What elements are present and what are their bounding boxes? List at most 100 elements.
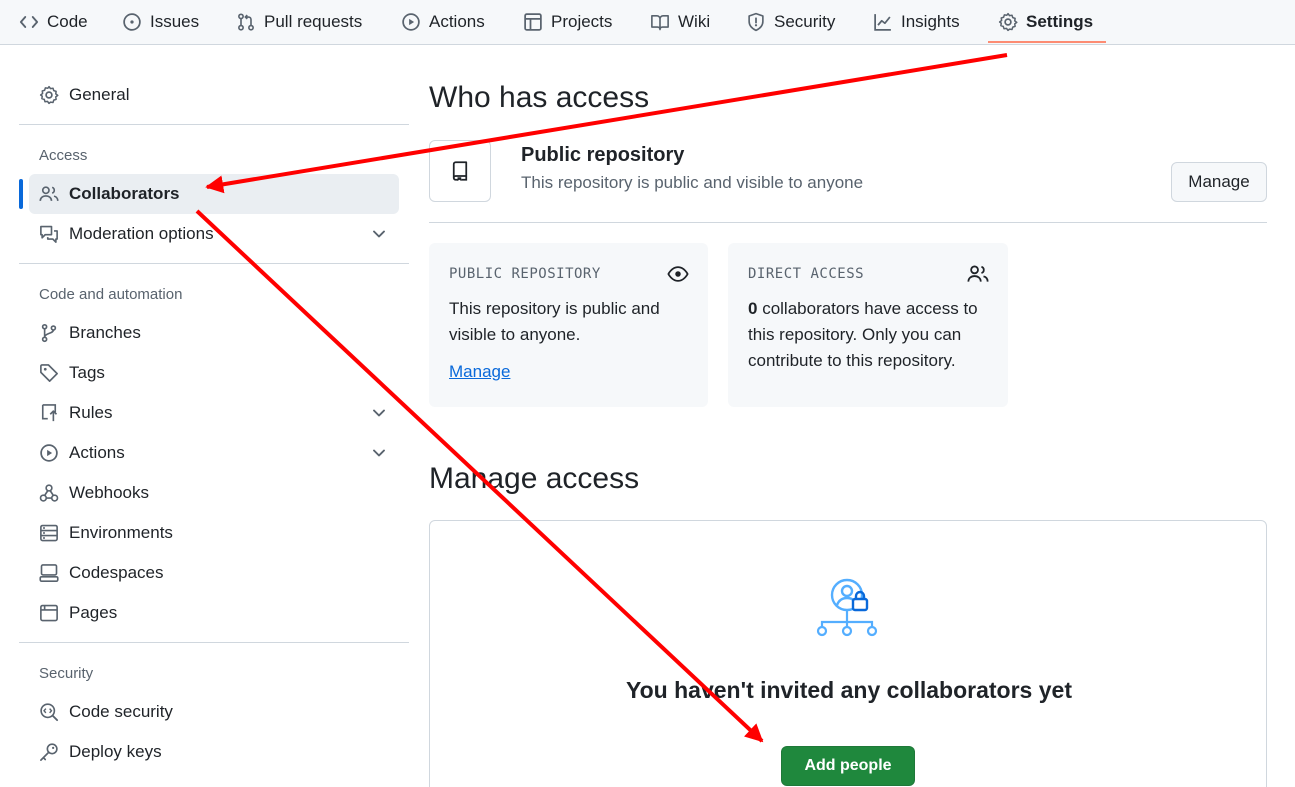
card-text: 0 collaborators have access to this repo… (748, 296, 993, 374)
chevron-down-icon[interactable] (369, 443, 389, 463)
tab-label: Insights (901, 12, 960, 31)
browser-icon (39, 603, 59, 623)
sidebar-divider (19, 124, 409, 125)
tab-label: Actions (429, 12, 485, 31)
people-icon (967, 263, 989, 285)
sidebar-heading-code-automation: Code and automation (39, 286, 183, 303)
card-label: DIRECT ACCESS (748, 266, 865, 282)
tab-issues[interactable]: Issues (122, 0, 199, 44)
sidebar-item-tags[interactable]: Tags (29, 353, 399, 393)
sidebar-divider (19, 642, 409, 643)
sidebar-item-collaborators[interactable]: Collaborators (29, 174, 399, 214)
divider (429, 222, 1267, 223)
tab-wiki[interactable]: Wiki (650, 0, 710, 44)
tab-pull-requests[interactable]: Pull requests (236, 0, 362, 44)
sidebar-item-moderation[interactable]: Moderation options (29, 214, 399, 254)
tab-label: Settings (1026, 12, 1094, 31)
tab-label: Security (774, 12, 836, 31)
book-icon (650, 12, 670, 32)
branch-icon (39, 323, 59, 343)
play-icon (39, 443, 59, 463)
sidebar-item-label: Environments (69, 523, 173, 542)
sidebar-item-webhooks[interactable]: Webhooks (29, 473, 399, 513)
gear-icon (998, 12, 1018, 32)
collaborators-lock-illustration-icon (816, 576, 882, 642)
sidebar-heading-access: Access (39, 147, 88, 164)
repo-nav: Code Issues Pull requests Actions Projec… (0, 0, 1295, 45)
card-text: This repository is public and visible to… (449, 299, 660, 344)
sidebar-item-general[interactable]: General (29, 75, 399, 115)
sidebar-item-label: Branches (69, 323, 141, 342)
card-text-rest: collaborators have access to this reposi… (748, 299, 978, 370)
sidebar-item-deploy-keys[interactable]: Deploy keys (29, 732, 399, 772)
shield-icon (746, 12, 766, 32)
codespaces-icon (39, 563, 59, 583)
tab-insights[interactable]: Insights (873, 0, 960, 44)
pull-request-icon (236, 12, 256, 32)
graph-icon (873, 12, 893, 32)
tab-label: Code (47, 12, 88, 31)
sidebar-item-label: Tags (69, 363, 105, 382)
chevron-down-icon[interactable] (369, 403, 389, 423)
manage-access-title: Manage access (429, 462, 640, 495)
sidebar-item-label: Collaborators (69, 184, 180, 203)
sidebar-item-pages[interactable]: Pages (29, 593, 399, 633)
tab-label: Projects (551, 12, 613, 31)
sidebar-item-label: Rules (69, 403, 113, 422)
tab-security[interactable]: Security (746, 0, 835, 44)
comment-discussion-icon (39, 224, 59, 244)
table-icon (523, 12, 543, 32)
sidebar-item-codespaces[interactable]: Codespaces (29, 553, 399, 593)
codescan-icon (39, 702, 59, 722)
key-icon (39, 742, 59, 762)
issue-circle-icon (122, 12, 142, 32)
tab-code[interactable]: Code (19, 0, 88, 44)
sidebar-item-label: Webhooks (69, 483, 150, 502)
direct-access-card: DIRECT ACCESS 0 collaborators have acces… (728, 243, 1008, 407)
play-icon (401, 12, 421, 32)
sidebar-item-rules[interactable]: Rules (29, 393, 399, 433)
eye-icon (667, 263, 689, 285)
sidebar-item-label: Moderation options (69, 224, 214, 243)
tag-icon (39, 363, 59, 383)
active-tab-underline (988, 41, 1106, 43)
people-icon (39, 184, 59, 204)
who-has-access-title: Who has access (429, 81, 650, 114)
empty-state-title: You haven't invited any collaborators ye… (626, 677, 1072, 703)
tab-settings[interactable]: Settings (998, 0, 1093, 44)
webhook-icon (39, 483, 59, 503)
tab-actions[interactable]: Actions (401, 0, 485, 44)
chevron-down-icon[interactable] (369, 224, 389, 244)
add-people-button[interactable]: Add people (781, 746, 915, 786)
sidebar-item-label: Actions (69, 443, 125, 462)
sidebar-item-environments[interactable]: Environments (29, 513, 399, 553)
sidebar-item-label: Pages (69, 603, 118, 622)
collaborators-empty-state: You haven't invited any collaborators ye… (429, 520, 1267, 787)
gear-icon (39, 85, 59, 105)
active-indicator (19, 179, 23, 209)
tab-label: Issues (150, 12, 200, 31)
tab-projects[interactable]: Projects (523, 0, 612, 44)
manage-visibility-button[interactable]: Manage (1171, 162, 1267, 202)
tab-label: Pull requests (264, 12, 363, 31)
public-repository-card: PUBLIC REPOSITORY This repository is pub… (429, 243, 708, 407)
public-repository-title: Public repository (521, 144, 685, 166)
sidebar-heading-security: Security (39, 665, 94, 682)
repo-icon (450, 161, 470, 181)
sidebar-item-code-security[interactable]: Code security (29, 692, 399, 732)
repo-push-icon (39, 403, 59, 423)
card-label: PUBLIC REPOSITORY (449, 266, 601, 282)
sidebar-item-label: General (69, 85, 130, 104)
public-repository-subtitle: This repository is public and visible to… (521, 173, 864, 192)
sidebar-item-label: Code security (69, 702, 173, 721)
sidebar-item-branches[interactable]: Branches (29, 313, 399, 353)
sidebar-divider (19, 263, 409, 264)
sidebar-item-actions[interactable]: Actions (29, 433, 399, 473)
repo-visibility-box (429, 140, 491, 202)
sidebar-item-label: Codespaces (69, 563, 164, 582)
manage-link[interactable]: Manage (449, 362, 510, 382)
tab-label: Wiki (678, 12, 711, 31)
server-icon (39, 523, 59, 543)
code-icon (19, 12, 39, 32)
sidebar-item-label: Deploy keys (69, 742, 162, 761)
